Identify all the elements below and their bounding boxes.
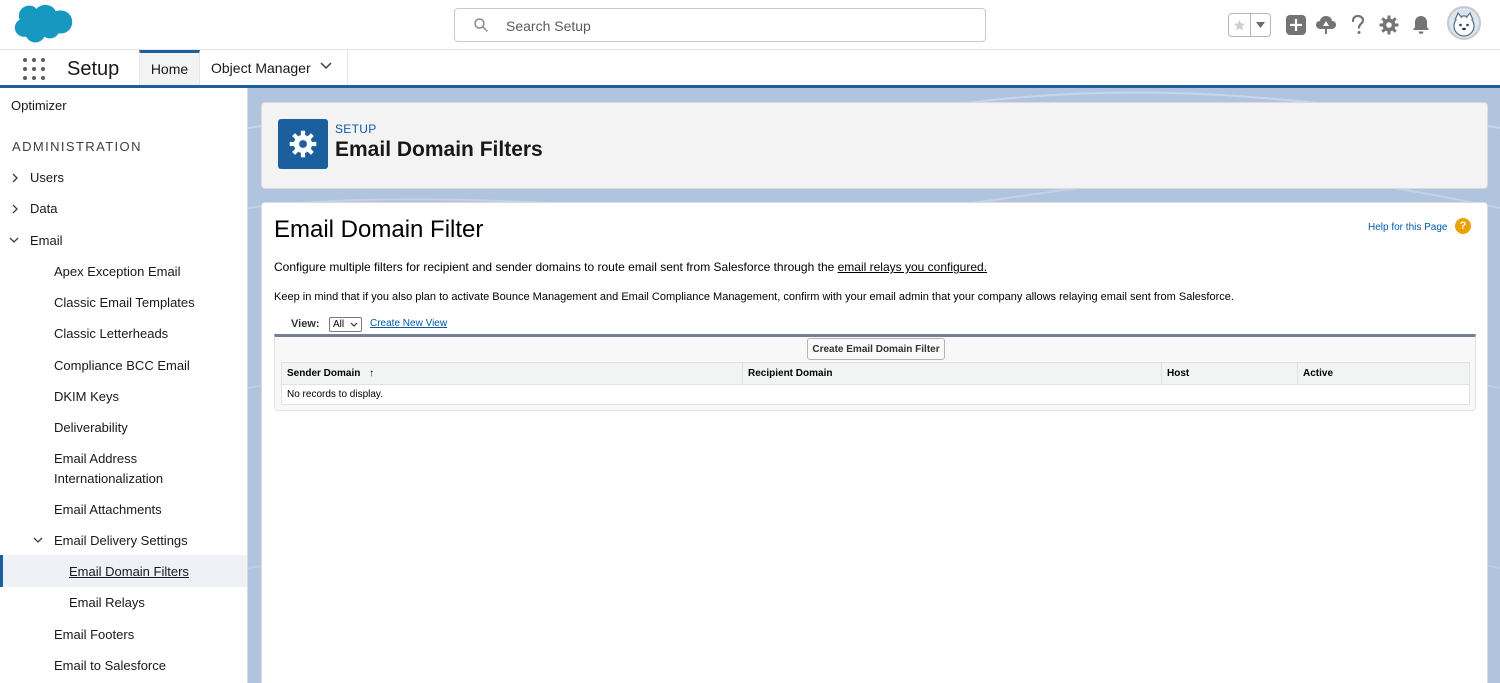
tab-object-manager[interactable]: Object Manager xyxy=(200,50,348,85)
salesforce-logo[interactable] xyxy=(14,4,74,46)
search-placeholder: Search Setup xyxy=(506,18,591,34)
sidebar-item-email-delivery-settings[interactable]: Email Delivery Settings xyxy=(54,533,188,548)
setup-gear-icon xyxy=(278,119,328,169)
search-icon xyxy=(474,18,488,32)
sidebar-item-email-footers[interactable]: Email Footers xyxy=(54,627,134,642)
avatar[interactable] xyxy=(1447,6,1481,40)
email-relays-link[interactable]: email relays you configured. xyxy=(838,260,987,274)
add-icon[interactable] xyxy=(1284,13,1308,37)
column-sender-domain-label: Sender Domain xyxy=(287,368,361,379)
page-title: Email Domain Filters xyxy=(335,138,543,161)
tab-home[interactable]: Home xyxy=(139,50,200,85)
sidebar-item-email-relays[interactable]: Email Relays xyxy=(69,595,145,610)
app-name: Setup xyxy=(67,58,120,80)
create-email-domain-filter-button[interactable]: Create Email Domain Filter xyxy=(807,338,945,360)
column-active-label: Active xyxy=(1303,368,1334,379)
sidebar-item-classic-email-templates[interactable]: Classic Email Templates xyxy=(54,295,195,310)
sort-ascending-icon: ↑ xyxy=(369,368,375,379)
favorites-button[interactable] xyxy=(1228,13,1271,37)
gear-icon[interactable] xyxy=(1377,13,1401,37)
chevron-right-icon[interactable] xyxy=(10,173,20,183)
sidebar-item-deliverability[interactable]: Deliverability xyxy=(54,420,128,435)
sidebar-item-email-attachments[interactable]: Email Attachments xyxy=(54,502,162,517)
breadcrumb[interactable]: SETUP xyxy=(335,122,377,136)
sidebar-item-email[interactable]: Email xyxy=(30,233,63,248)
app-launcher-icon[interactable] xyxy=(23,58,45,80)
sidebar-item-email-domain-filters[interactable]: Email Domain Filters xyxy=(69,564,189,579)
column-active[interactable]: Active xyxy=(1297,362,1470,385)
help-question-icon[interactable]: ? xyxy=(1455,218,1471,234)
list-view: Create Email Domain Filter Sender Domain… xyxy=(274,334,1476,411)
sidebar-section-administration: ADMINISTRATION xyxy=(12,139,142,154)
filters-table: Sender Domain ↑ Recipient Domain Host Ac… xyxy=(281,362,1470,405)
trailhead-icon[interactable] xyxy=(1314,13,1338,37)
chevron-down-icon xyxy=(350,322,358,327)
sidebar-item-data[interactable]: Data xyxy=(30,201,57,216)
global-header: Search Setup xyxy=(0,0,1500,50)
chevron-down-icon[interactable] xyxy=(33,535,43,545)
create-new-view-link[interactable]: Create New View xyxy=(370,318,447,329)
content-heading: Email Domain Filter xyxy=(274,216,484,243)
sidebar-item-email-address-line1[interactable]: Email Address xyxy=(54,451,137,466)
bell-icon[interactable] xyxy=(1409,13,1433,37)
table-row: No records to display. xyxy=(282,385,1470,405)
star-icon[interactable] xyxy=(1229,14,1250,36)
view-select-value: All xyxy=(333,319,345,330)
description-prefix: Configure multiple filters for recipient… xyxy=(274,260,838,274)
sidebar-item-dkim-keys[interactable]: DKIM Keys xyxy=(54,389,119,404)
help-for-page-link[interactable]: Help for this Page xyxy=(1368,222,1448,233)
sidebar-item-apex-exception-email[interactable]: Apex Exception Email xyxy=(54,264,180,279)
column-sender-domain[interactable]: Sender Domain ↑ xyxy=(281,362,743,385)
column-recipient-domain[interactable]: Recipient Domain xyxy=(742,362,1162,385)
chevron-down-icon[interactable] xyxy=(1249,14,1271,36)
empty-message: No records to display. xyxy=(287,389,383,400)
column-host-label: Host xyxy=(1167,368,1190,379)
search-input[interactable]: Search Setup xyxy=(454,8,986,42)
description-text: Configure multiple filters for recipient… xyxy=(274,260,987,274)
main-content-card: Email Domain Filter Help for this Page ?… xyxy=(261,202,1488,683)
sidebar-item-email-address-line2[interactable]: Internationalization xyxy=(54,471,163,486)
tab-object-manager-label: Object Manager xyxy=(211,59,311,76)
page-header: SETUP Email Domain Filters xyxy=(261,102,1488,189)
context-bar: Setup Home Object Manager xyxy=(0,50,1500,88)
sidebar-item-classic-letterheads[interactable]: Classic Letterheads xyxy=(54,326,168,341)
view-label: View: xyxy=(291,318,320,330)
note-text: Keep in mind that if you also plan to ac… xyxy=(274,291,1234,303)
column-recipient-domain-label: Recipient Domain xyxy=(748,368,833,379)
setup-sidebar: Optimizer ADMINISTRATION Users Data Emai… xyxy=(0,88,248,683)
sidebar-item-compliance-bcc-email[interactable]: Compliance BCC Email xyxy=(54,358,190,373)
view-select[interactable]: All xyxy=(329,317,362,332)
chevron-down-icon[interactable] xyxy=(9,235,19,245)
table-header-row: Sender Domain ↑ Recipient Domain Host Ac… xyxy=(281,362,1470,385)
sidebar-item-email-to-salesforce[interactable]: Email to Salesforce xyxy=(54,658,166,673)
chevron-down-icon[interactable] xyxy=(320,62,332,70)
chevron-right-icon[interactable] xyxy=(10,204,20,214)
help-icon[interactable] xyxy=(1346,13,1370,37)
tab-home-label: Home xyxy=(150,61,189,77)
column-host[interactable]: Host xyxy=(1161,362,1298,385)
sidebar-item-optimizer[interactable]: Optimizer xyxy=(11,98,67,113)
sidebar-item-users[interactable]: Users xyxy=(30,170,64,185)
